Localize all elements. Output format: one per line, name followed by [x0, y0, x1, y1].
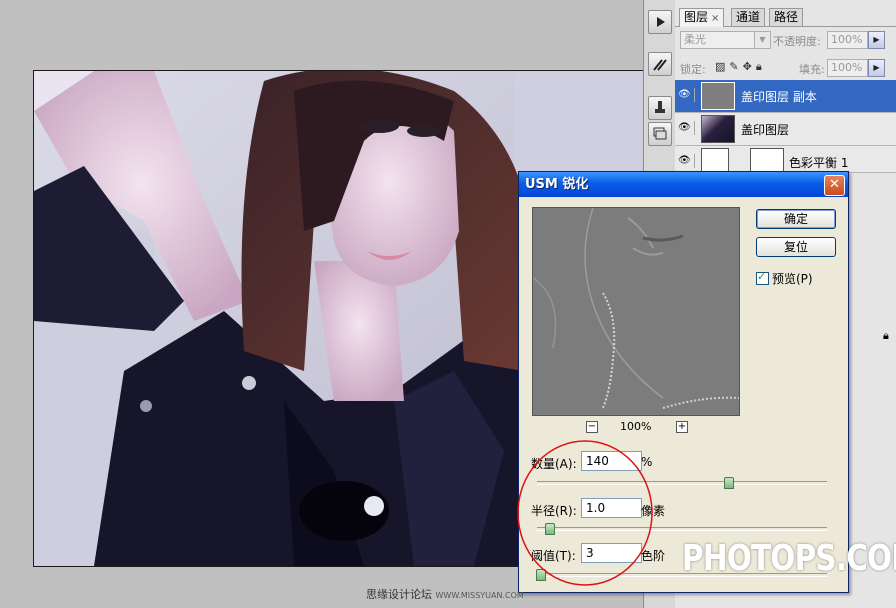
play-icon[interactable] — [648, 10, 672, 34]
close-icon[interactable]: ✕ — [824, 175, 845, 196]
dialog-title: USM 锐化 — [525, 177, 589, 192]
blend-mode-select[interactable]: 柔光 — [680, 31, 759, 49]
checkbox-check-icon[interactable] — [756, 270, 769, 285]
preview-checkbox[interactable]: 预览(P) — [756, 270, 813, 287]
brush-tools-icon[interactable] — [648, 52, 672, 76]
eye-icon[interactable]: 👁︎ — [678, 121, 695, 135]
lock-icon: 🔒︎ — [883, 329, 889, 342]
preview-window[interactable] — [532, 207, 740, 416]
clone-stamp-icon[interactable] — [648, 96, 672, 120]
preview-label: 预览(P) — [772, 272, 813, 286]
amount-slider-thumb[interactable] — [724, 477, 735, 489]
tab-channels[interactable]: 通道 — [731, 8, 766, 26]
mask-thumbnail — [750, 148, 784, 172]
layer-thumbnail — [701, 82, 735, 110]
fill-label: 填充: — [799, 63, 825, 76]
site-caption: 思缘设计论坛 WWW.MISSYUAN.COM — [366, 586, 524, 602]
layer-row-color-balance[interactable]: 👁︎ 色彩平衡 1 — [675, 146, 896, 173]
opacity-label: 不透明度: — [773, 35, 821, 48]
zoom-value: 100% — [620, 420, 652, 433]
lock-icons[interactable]: ▨✎✥🔒︎ — [715, 60, 766, 74]
blend-mode-dropdown-icon[interactable]: ▼ — [754, 31, 771, 49]
lock-fill-row: 锁定: ▨✎✥🔒︎ 填充: 100% ▶ — [675, 57, 896, 79]
lock-label: 锁定: — [680, 63, 706, 76]
caption-url: WWW.MISSYUAN.COM — [435, 591, 524, 600]
layer-name: 色彩平衡 1 — [789, 156, 849, 170]
layer-name: 盖印图层 — [741, 123, 790, 137]
blend-opacity-row: 柔光 ▼ 不透明度: 100% ▶ — [675, 29, 896, 51]
fill-arrow-icon[interactable]: ▶ — [868, 59, 885, 77]
layer-name: 盖印图层 副本 — [741, 90, 817, 104]
opacity-arrow-icon[interactable]: ▶ — [868, 31, 885, 49]
watermark: PHOTOPS.COM — [682, 538, 896, 579]
annotation-circle — [517, 440, 653, 586]
reset-button[interactable]: 复位 — [756, 237, 836, 257]
zoom-out-button[interactable]: − — [586, 421, 598, 433]
dialog-titlebar[interactable]: USM 锐化 ✕ — [519, 172, 848, 197]
zoom-in-button[interactable]: + — [676, 421, 688, 433]
layer-row-stamp-copy[interactable]: 👁︎ 盖印图层 副本 — [675, 80, 896, 113]
tab-paths-label: 路径 — [774, 10, 799, 24]
caption-main: 思缘设计论坛 — [366, 588, 432, 601]
preview-image — [533, 208, 739, 415]
layer-thumbnail — [701, 115, 735, 143]
layer-row-stamp[interactable]: 👁︎ 盖印图层 — [675, 113, 896, 146]
opacity-field[interactable]: 100% — [827, 31, 868, 49]
eye-icon[interactable]: 👁︎ — [678, 154, 695, 168]
eye-icon[interactable]: 👁︎ — [678, 88, 695, 102]
fill-field[interactable]: 100% — [827, 59, 868, 77]
layers-tab-bar: 图层 × 通道 路径 — [675, 6, 896, 27]
ok-button[interactable]: 确定 — [756, 209, 836, 229]
tab-paths[interactable]: 路径 — [769, 8, 804, 26]
layer-stack-icon[interactable] — [648, 122, 672, 146]
tab-layers[interactable]: 图层 × — [679, 8, 725, 27]
adjustment-thumbnail — [701, 148, 729, 172]
tab-layers-label: 图层 — [684, 10, 709, 24]
tab-channels-label: 通道 — [736, 10, 761, 24]
close-icon[interactable]: × — [711, 13, 719, 24]
